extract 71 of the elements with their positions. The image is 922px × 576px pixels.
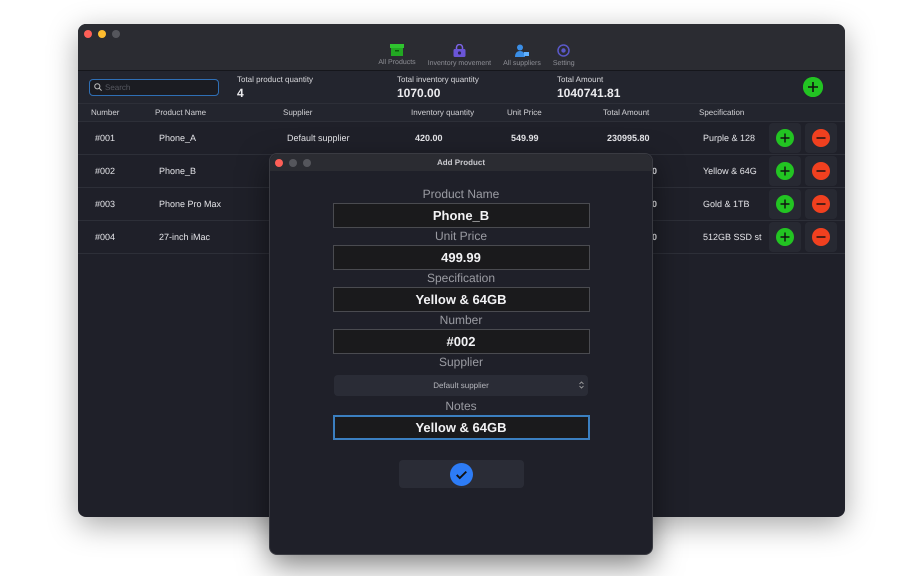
increase-button[interactable] [769, 189, 801, 219]
plus-icon [776, 129, 794, 147]
stat-value: 1070.00 [397, 86, 442, 100]
minus-icon [812, 195, 830, 213]
decrease-button[interactable] [805, 222, 837, 252]
add-button[interactable] [803, 77, 823, 97]
column-header: Product Name [155, 108, 208, 117]
table-cell-text: 549.99 [510, 133, 540, 143]
decrease-button[interactable] [805, 156, 837, 186]
lock-icon [452, 44, 466, 57]
column-header: Number [91, 108, 120, 117]
column-header: Inventory quantity [411, 108, 476, 117]
stat-value: 1040741.81 [557, 86, 622, 100]
field-label: Product Name [422, 187, 500, 201]
input-field[interactable]: 499.99 [332, 245, 590, 270]
plus-icon [776, 228, 794, 246]
dialog-title: Add Product [437, 158, 485, 167]
decrease-button[interactable] [805, 189, 837, 219]
plus-icon [776, 162, 794, 180]
close-button[interactable] [84, 30, 92, 38]
table-cell-text: Purple & 128 [702, 133, 756, 143]
input-field[interactable]: Phone_B [332, 203, 590, 228]
table-cell-text: #004 [94, 232, 116, 242]
person-icon [514, 44, 529, 57]
table-cell-text: #002 [94, 166, 116, 176]
input-field[interactable]: Yellow & 64GB [332, 415, 590, 440]
plus-icon [776, 195, 794, 213]
table-cell-text: 27-inch iMac [158, 232, 212, 242]
table-cell-text: 512GB SSD st [702, 232, 763, 242]
field-label: Specification [426, 271, 496, 285]
stat-value: 4 [237, 86, 245, 100]
increase-button[interactable] [769, 222, 801, 252]
minimize-button[interactable] [98, 30, 106, 38]
field-label: Number [440, 313, 482, 327]
minus-icon [812, 162, 830, 180]
table-cell-text: #003 [94, 199, 116, 209]
table-cell-text: Gold & 1TB [702, 199, 751, 209]
table-cell-text: Default supplier [286, 133, 351, 143]
input-field[interactable]: #002 [332, 329, 590, 354]
column-header: Specification [699, 108, 746, 117]
stat-label: Total Amount [557, 74, 604, 84]
search-field[interactable]: Search [89, 78, 219, 96]
column-header: Supplier [283, 108, 314, 117]
table-cell-text: 230995.80 [606, 133, 651, 143]
column-header: Unit Price [507, 108, 543, 117]
checkmark-icon [450, 462, 472, 486]
column-header: Total Amount [603, 108, 650, 117]
field-label: Notes [445, 399, 477, 413]
plus-icon [803, 77, 823, 97]
table-cell-text: Yellow & 64G [702, 166, 758, 176]
gear-icon [557, 44, 570, 57]
stat-label: Total product quantity [237, 74, 314, 84]
box-icon [390, 44, 404, 56]
supplier-dropdown[interactable]: Default supplier [334, 375, 588, 396]
minus-icon [812, 129, 830, 147]
table-cell-text: 420.00 [414, 133, 444, 143]
increase-button[interactable] [769, 156, 801, 186]
input-field[interactable]: Yellow & 64GB [332, 287, 590, 312]
close-button[interactable] [275, 159, 283, 167]
table-cell-text: Phone_A [158, 133, 198, 143]
field-label: Unit Price [434, 229, 487, 243]
stat-label: Total inventory quantity [397, 74, 480, 84]
table-cell-text: Phone_B [158, 166, 198, 176]
decrease-button[interactable] [805, 123, 837, 153]
table-cell-text: #001 [94, 133, 116, 143]
increase-button[interactable] [769, 123, 801, 153]
chevron-icon [579, 381, 584, 389]
minus-icon [812, 228, 830, 246]
table-cell-text: Phone Pro Max [158, 199, 222, 209]
field-label: Supplier [438, 355, 484, 369]
confirm-button[interactable] [398, 460, 524, 488]
